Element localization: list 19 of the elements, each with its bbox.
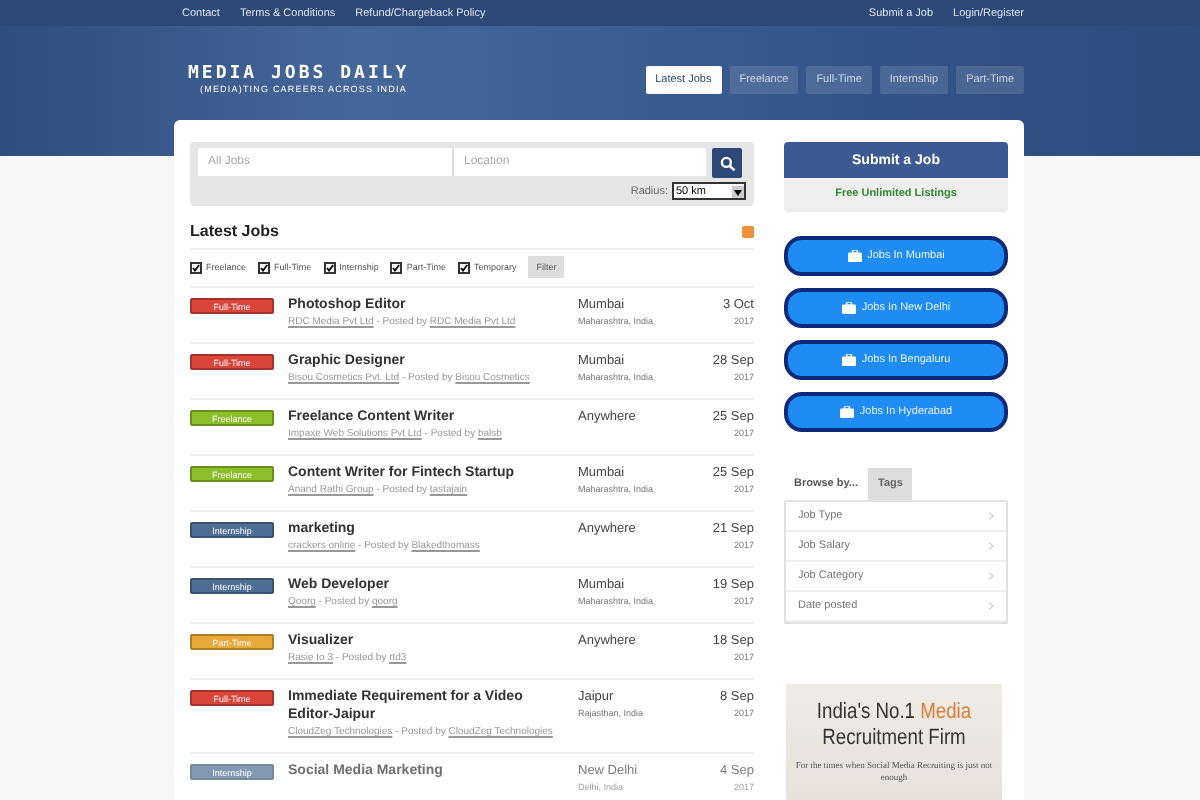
chevron-icon — [988, 542, 994, 550]
briefcase-icon — [839, 406, 854, 418]
filter-checkbox[interactable] — [190, 261, 202, 273]
site-logo[interactable]: MEDIA JOBS DAILY — [188, 65, 410, 84]
chevron-icon — [988, 572, 994, 580]
filter-checkbox[interactable] — [390, 261, 403, 273]
filter-checkbox[interactable] — [323, 261, 336, 273]
filter-checkbox[interactable] — [457, 261, 470, 273]
briefcase-icon — [841, 302, 856, 314]
search-icon — [719, 155, 735, 171]
chevron-icon — [988, 602, 994, 610]
chevron-icon — [988, 512, 994, 520]
ad-headline: India's No.1 Media Recruitment Firm — [814, 700, 974, 752]
section-title: Latest Jobs — [190, 222, 279, 240]
briefcase-icon — [841, 354, 856, 366]
search-button[interactable] — [712, 148, 742, 178]
filter-checkbox[interactable] — [258, 261, 271, 273]
briefcase-icon — [847, 250, 862, 262]
dropdown-icon — [732, 185, 744, 197]
